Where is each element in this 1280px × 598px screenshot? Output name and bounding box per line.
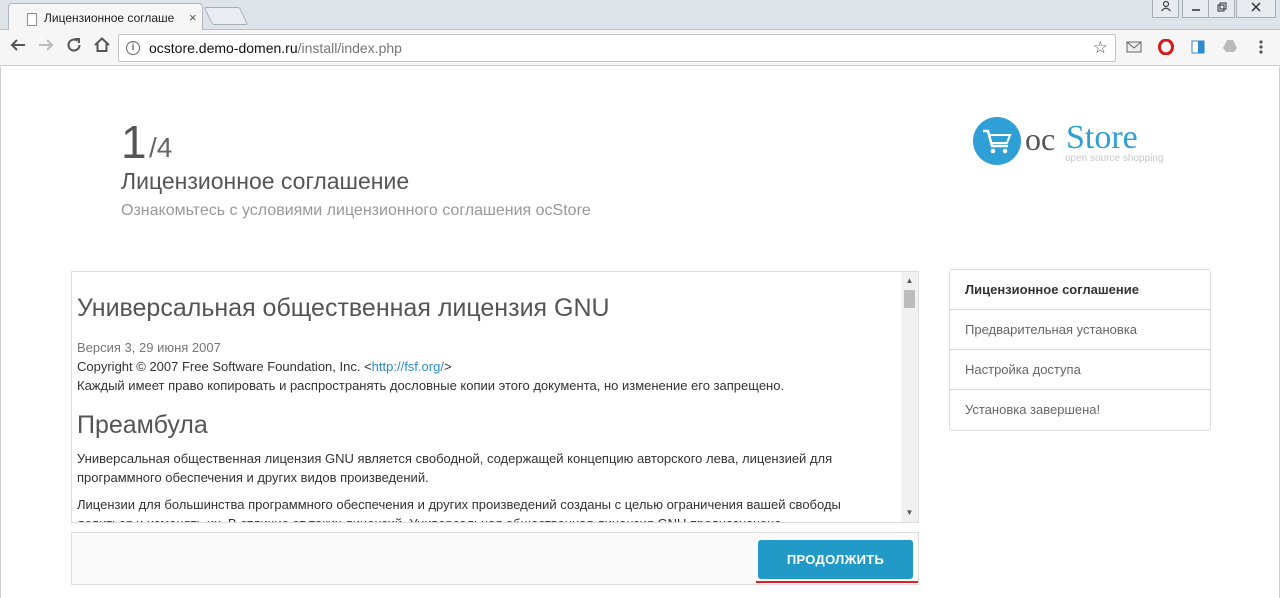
address-bar[interactable]: i ocstore.demo-domen.ru/install/index.ph… <box>118 34 1116 62</box>
license-scrollbar[interactable]: ▲ ▼ <box>901 272 918 522</box>
license-heading: Универсальная общественная лицензия GNU <box>77 294 610 322</box>
menu-icon[interactable] <box>1252 39 1270 57</box>
info-icon[interactable]: i <box>126 41 140 55</box>
restore-icon[interactable] <box>1208 0 1235 18</box>
step-license[interactable]: Лицензионное соглашение <box>950 270 1210 310</box>
forward-icon[interactable] <box>34 36 58 60</box>
license-text-box[interactable]: Универсальная общественная лицензия GNU … <box>71 271 919 523</box>
tab-close-icon[interactable]: × <box>189 10 197 25</box>
logo-tagline: open source shopping <box>1065 153 1164 164</box>
logo-store: Store <box>1066 119 1138 156</box>
extension-bookmark-icon[interactable] <box>1189 39 1207 57</box>
extension-envelope-icon[interactable] <box>1125 39 1143 57</box>
scroll-down-icon[interactable]: ▼ <box>901 506 918 520</box>
opera-icon[interactable] <box>1157 38 1175 57</box>
license-copyright: Copyright © 2007 Free Software Foundatio… <box>77 359 452 374</box>
logo-oc: oc <box>1025 121 1056 157</box>
step-finished[interactable]: Установка завершена! <box>950 390 1210 430</box>
minimize-icon[interactable] <box>1182 0 1209 18</box>
scroll-up-icon[interactable]: ▲ <box>901 274 918 288</box>
license-notice: Каждый имеет право копировать и распрост… <box>77 378 785 393</box>
tab-strip: Лицензионное соглаше × <box>0 0 1280 31</box>
step-total: /4 <box>149 132 173 163</box>
ocstore-logo: oc Store open source shopping <box>973 117 1173 169</box>
license-paragraph: Лицензии для большинства программного об… <box>77 497 841 522</box>
drive-icon[interactable] <box>1221 39 1239 57</box>
step-current: 1 <box>121 116 147 168</box>
scroll-thumb[interactable] <box>904 290 915 308</box>
page-icon <box>27 13 37 26</box>
action-bar: ПРОДОЛЖИТЬ <box>71 532 919 585</box>
step-preinstall[interactable]: Предварительная установка <box>950 310 1210 350</box>
preamble-heading: Преамбула <box>77 411 208 439</box>
back-icon[interactable] <box>6 36 30 60</box>
continue-button[interactable]: ПРОДОЛЖИТЬ <box>758 540 913 579</box>
page: 1 /4 Лицензионное соглашение Ознакомьтес… <box>0 67 1280 598</box>
fsf-link[interactable]: http://fsf.org/ <box>372 359 444 374</box>
cart-icon <box>973 117 1021 165</box>
bookmark-star-icon[interactable]: ☆ <box>1093 38 1108 58</box>
license-paragraph: Универсальная общественная лицензия GNU … <box>77 451 833 485</box>
highlight-underline <box>756 581 918 583</box>
tab-title: Лицензионное соглаше <box>44 11 175 25</box>
install-steps: Лицензионное соглашение Предварительная … <box>949 269 1211 431</box>
page-subtitle: Ознакомьтесь с условиями лицензионного с… <box>121 202 591 219</box>
page-title: Лицензионное соглашение <box>121 168 410 194</box>
browser-toolbar: i ocstore.demo-domen.ru/install/index.ph… <box>0 30 1280 66</box>
url-text: ocstore.demo-domen.ru/install/index.php <box>149 40 402 56</box>
license-version: Версия 3, 29 июня 2007 <box>77 340 221 355</box>
browser-tab[interactable]: Лицензионное соглаше × <box>8 3 203 31</box>
close-icon[interactable] <box>1236 0 1276 18</box>
home-icon[interactable] <box>90 36 114 60</box>
person-icon[interactable] <box>1152 0 1179 18</box>
reload-icon[interactable] <box>62 36 86 60</box>
license-content: Универсальная общественная лицензия GNU … <box>77 292 897 522</box>
new-tab-button[interactable] <box>203 7 249 25</box>
step-access-config[interactable]: Настройка доступа <box>950 350 1210 390</box>
